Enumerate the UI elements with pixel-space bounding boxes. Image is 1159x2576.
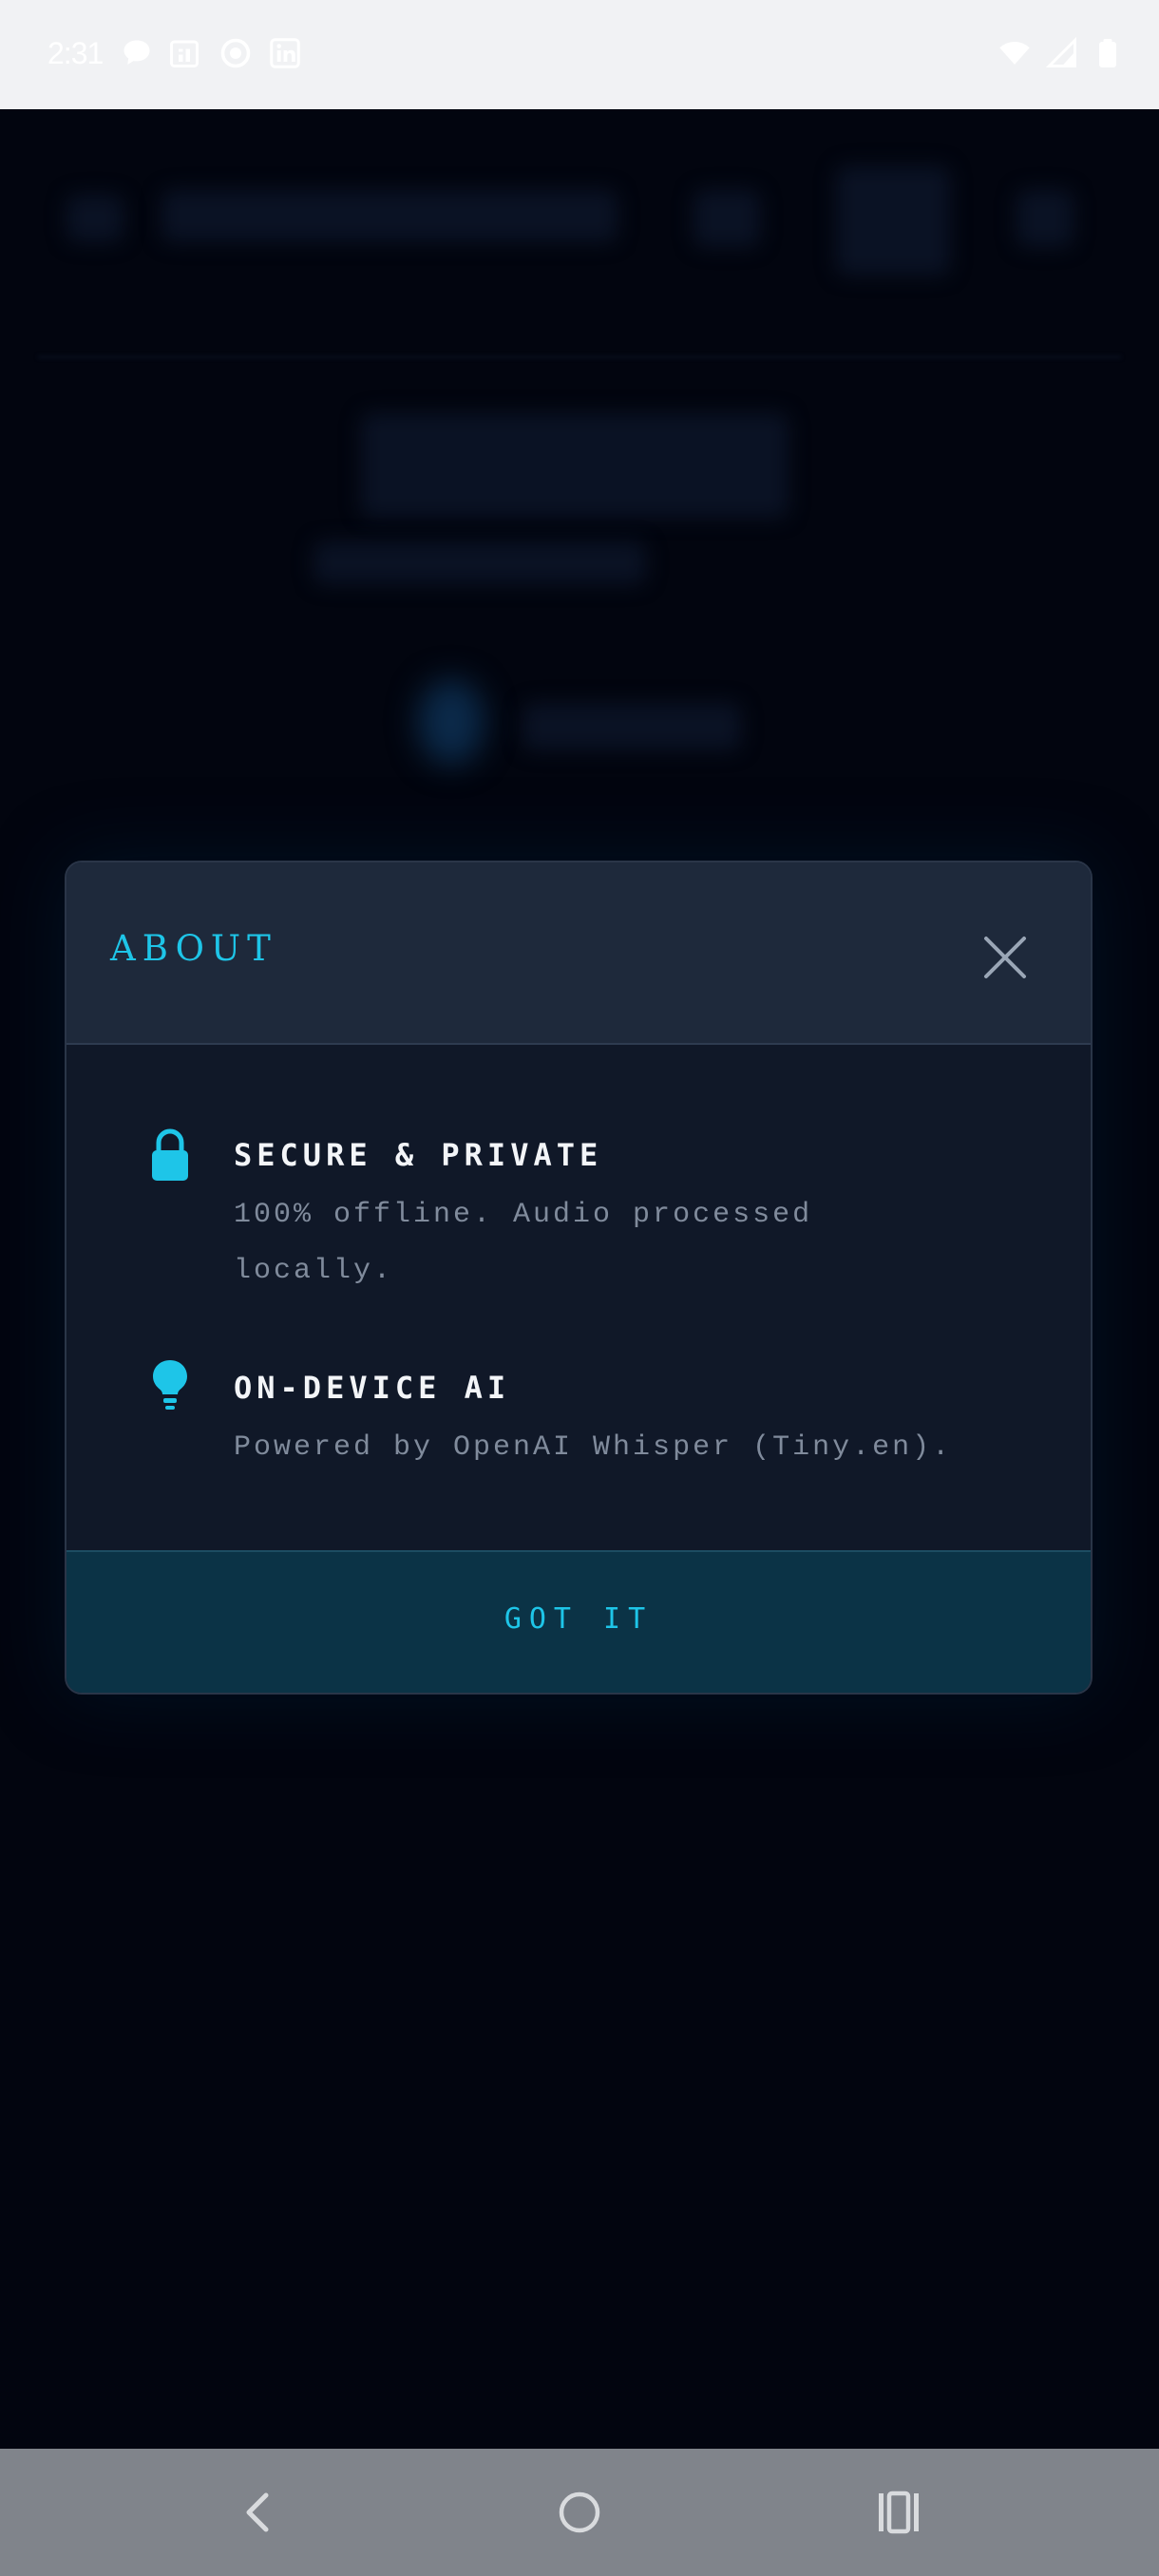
feature-description: Powered by OpenAI Whisper (Tiny.en). bbox=[234, 1431, 953, 1464]
feature-title: SECURE & PRIVATE bbox=[234, 1137, 603, 1173]
feature-title: ON-DEVICE AI bbox=[234, 1370, 511, 1406]
back-icon bbox=[246, 2492, 269, 2532]
got-it-button[interactable]: GOT IT bbox=[66, 1550, 1091, 1693]
home-icon bbox=[559, 2491, 600, 2533]
recents-icon bbox=[879, 2491, 919, 2534]
message-icon bbox=[124, 40, 150, 65]
battery-icon bbox=[1099, 39, 1116, 67]
dialog-title: ABOUT bbox=[110, 928, 277, 969]
status-time: 2:31 bbox=[48, 36, 104, 70]
calendar-icon bbox=[170, 40, 199, 67]
dialog-header: ABOUT bbox=[66, 862, 1091, 1045]
linkedin-icon bbox=[270, 38, 300, 68]
dialog-body: SECURE & PRIVATE 100% offline. Audio pro… bbox=[66, 1045, 1091, 1550]
status-bar: 2:31 bbox=[0, 0, 1159, 109]
about-dialog: ABOUT SECURE & PRIVATE 100% offline. Aud… bbox=[65, 861, 1092, 1695]
lock-icon bbox=[152, 1128, 188, 1181]
signal-icon bbox=[1045, 36, 1076, 67]
lightbulb-icon bbox=[153, 1360, 187, 1410]
home-button[interactable] bbox=[542, 2474, 618, 2550]
wifi-icon bbox=[999, 42, 1030, 65]
back-button[interactable] bbox=[220, 2474, 296, 2550]
feature-description: 100% offline. Audio processed locally. bbox=[234, 1199, 813, 1287]
navigation-bar bbox=[0, 2449, 1159, 2576]
close-button[interactable] bbox=[977, 929, 1034, 986]
close-icon bbox=[984, 937, 1026, 978]
recents-button[interactable] bbox=[861, 2474, 937, 2550]
got-it-label: GOT IT bbox=[504, 1602, 654, 1636]
record-icon bbox=[220, 38, 251, 68]
